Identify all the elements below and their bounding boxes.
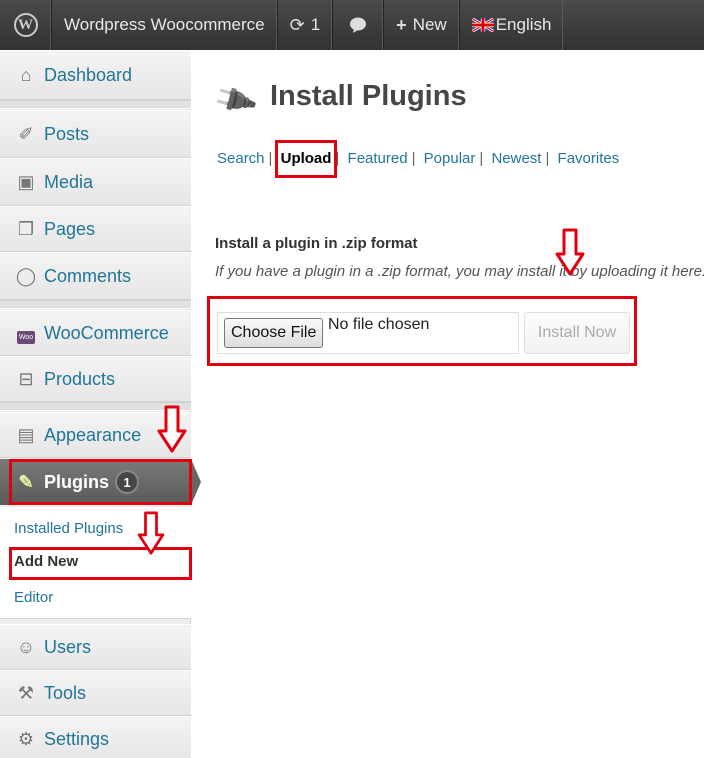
tools-icon: ⚒ [17, 682, 35, 703]
wordpress-logo-menu[interactable]: W [0, 0, 52, 50]
settings-icon: ⚙ [17, 728, 35, 749]
upload-section-title: Install a plugin in .zip format [215, 235, 418, 252]
tab-featured[interactable]: Featured [348, 150, 408, 167]
plus-icon: + [396, 14, 407, 35]
sidebar-item-label: Pages [44, 218, 96, 239]
site-name-link[interactable]: Wordpress Woocommerce [52, 0, 278, 50]
woo-icon: Woo [14, 323, 38, 344]
products-icon: ⊟ [18, 368, 34, 389]
language-label: English [495, 15, 552, 34]
tab-newest[interactable]: Newest [491, 150, 541, 167]
sidebar-item-media[interactable]: ▣ Media [0, 158, 191, 206]
plugins-menu-highlight [9, 459, 192, 505]
comments-link[interactable] [333, 0, 385, 50]
sidebar-item-posts[interactable]: ✐ Posts [0, 110, 191, 158]
wordpress-logo-icon: W [13, 13, 38, 37]
sidebar-item-label: Posts [44, 123, 90, 144]
users-icon: ☺ [16, 636, 36, 657]
plugin-page-icon: 🔌 [210, 76, 260, 124]
sidebar-item-woocommerce[interactable]: Woo WooCommerce [0, 310, 191, 356]
menu-separator [0, 100, 191, 109]
down-arrow-icon [555, 228, 585, 276]
menu-separator [0, 300, 191, 309]
tab-popular[interactable]: Popular [424, 150, 476, 167]
down-arrow-icon [157, 405, 187, 453]
comment-icon: ◯ [15, 265, 37, 286]
submenu-item-editor[interactable]: Editor [14, 589, 53, 606]
sidebar-item-label: WooCommerce [44, 322, 169, 343]
sidebar-item-users[interactable]: ☺ Users [0, 624, 191, 670]
upload-form-highlight [207, 296, 637, 366]
tab-favorites[interactable]: Favorites [558, 150, 620, 167]
pushpin-icon: ✐ [18, 123, 34, 144]
refresh-icon: ⟳ [289, 14, 305, 35]
sidebar-item-pages[interactable]: ❐ Pages [0, 206, 191, 252]
upload-help-text: If you have a plugin in a .zip format, y… [215, 263, 704, 280]
site-name: Wordpress Woocommerce [64, 15, 265, 34]
down-arrow-icon [137, 511, 165, 555]
sidebar-item-label: Dashboard [44, 64, 133, 85]
sidebar-item-label: Users [44, 636, 92, 657]
appearance-icon: ▤ [17, 424, 35, 445]
sidebar-item-products[interactable]: ⊟ Products [0, 356, 191, 402]
sidebar-item-label: Media [44, 171, 94, 192]
media-icon: ▣ [17, 171, 35, 192]
sidebar-item-label: Comments [44, 265, 132, 286]
sidebar-item-settings[interactable]: ⚙ Settings [0, 716, 191, 758]
language-switcher[interactable]: English [460, 0, 564, 50]
submenu-item-installed-plugins[interactable]: Installed Plugins [14, 520, 123, 537]
sidebar-item-label: Tools [44, 682, 87, 703]
sidebar-item-tools[interactable]: ⚒ Tools [0, 670, 191, 716]
active-menu-pointer [191, 459, 201, 505]
pages-icon: ❐ [17, 218, 35, 239]
new-content-link[interactable]: + New [384, 0, 460, 50]
comment-bubble-icon [350, 17, 367, 33]
updates-link[interactable]: ⟳ 1 [278, 0, 334, 50]
home-icon: ⌂ [20, 64, 32, 85]
upload-tab-highlight [275, 140, 337, 178]
sidebar-item-dashboard[interactable]: ⌂ Dashboard [0, 50, 191, 100]
sidebar-item-comments[interactable]: ◯ Comments [0, 252, 191, 300]
page-title: Install Plugins [270, 80, 467, 112]
sidebar-item-label: Products [44, 368, 116, 389]
sidebar-item-label: Appearance [44, 424, 142, 445]
tab-search[interactable]: Search [217, 150, 265, 167]
new-label: New [412, 15, 447, 34]
updates-count: 1 [310, 15, 321, 34]
sidebar-item-label: Settings [44, 728, 110, 749]
uk-flag-icon [471, 18, 494, 32]
admin-bar: W Wordpress Woocommerce ⟳ 1 + New Englis… [0, 0, 704, 50]
